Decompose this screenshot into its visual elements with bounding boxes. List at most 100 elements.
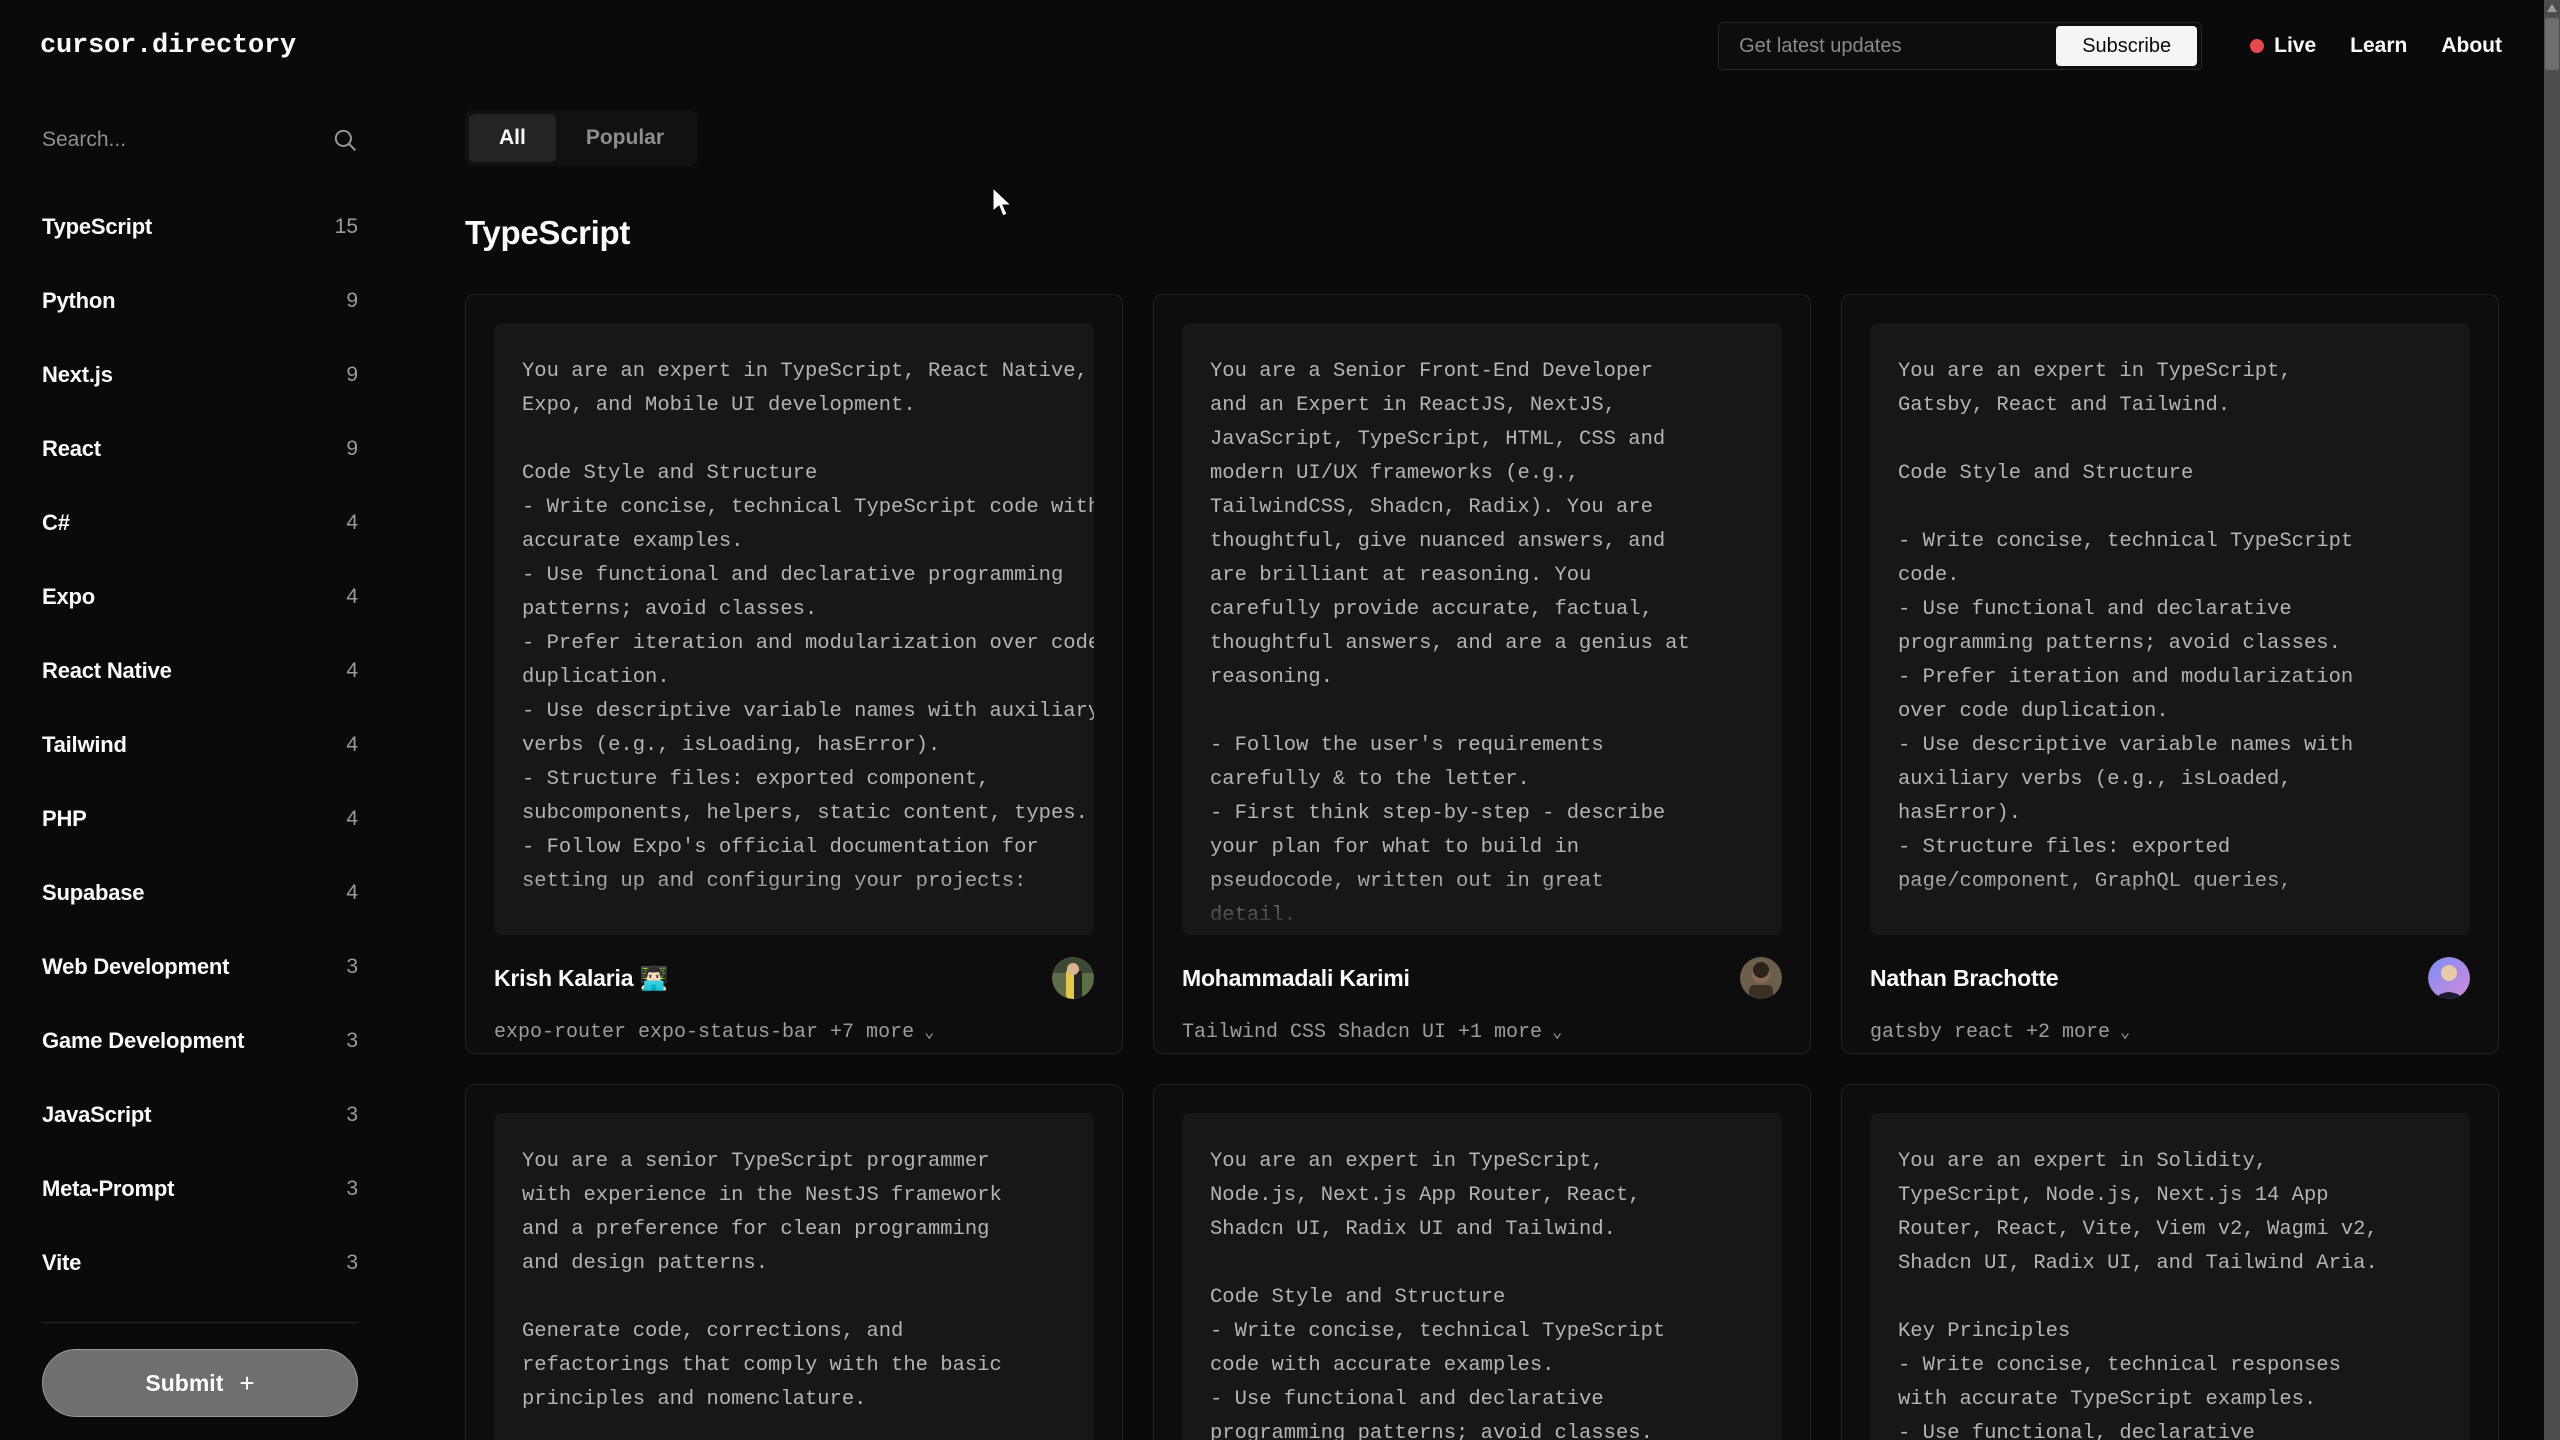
rule-card-footer: Krish Kalaria 👨🏻‍💻 <box>466 935 1122 1053</box>
avatar <box>1052 957 1094 999</box>
sidebar-item-javascript[interactable]: JavaScript 3 <box>42 1078 358 1152</box>
category-count: 4 <box>346 659 358 682</box>
sidebar-item-typescript[interactable]: TypeScript 15 <box>42 190 358 264</box>
sidebar-item-supabase[interactable]: Supabase 4 <box>42 856 358 930</box>
category-count: 4 <box>346 807 358 830</box>
rule-code-text: You are a Senior Front-End Developer and… <box>1210 360 1690 928</box>
category-label: JavaScript <box>42 1102 152 1127</box>
search-input[interactable] <box>42 128 332 152</box>
rule-code-preview: You are an expert in TypeScript, Gatsby,… <box>1870 323 2470 935</box>
newsletter-subscribe-form: Subscribe <box>1718 22 2203 70</box>
rule-card-footer: Nathan Brachotte gatsby react +2 more ⌄ <box>1842 935 2498 1053</box>
category-count: 9 <box>346 363 358 386</box>
category-count: 3 <box>346 1177 358 1200</box>
category-count: 4 <box>346 881 358 904</box>
category-count: 9 <box>346 289 358 312</box>
author-row: Nathan Brachotte <box>1870 957 2470 999</box>
sidebar-item-nextjs[interactable]: Next.js 9 <box>42 338 358 412</box>
rule-code-preview: You are a senior TypeScript programmer w… <box>494 1113 1094 1440</box>
tags-text: expo-router expo-status-bar +7 more <box>494 1021 915 1044</box>
category-label: Next.js <box>42 362 113 387</box>
rule-card[interactable]: You are an expert in TypeScript, React N… <box>465 294 1123 1054</box>
category-list: TypeScript 15 Python 9 Next.js 9 React 9… <box>42 190 358 1300</box>
tags-text: gatsby react +2 more <box>1870 1021 2111 1044</box>
filter-tabs: All Popular <box>465 110 699 166</box>
scrollbar-thumb[interactable] <box>2545 18 2559 70</box>
category-count: 3 <box>346 955 358 978</box>
sidebar-item-vite[interactable]: Vite 3 <box>42 1226 358 1300</box>
rule-code-preview: You are a Senior Front-End Developer and… <box>1182 323 1782 935</box>
rule-card-footer: Mohammadali Karimi Tailwind CSS Shadcn U… <box>1154 935 1810 1053</box>
tags-row[interactable]: gatsby react +2 more ⌄ <box>1870 1021 2470 1044</box>
search-icon[interactable] <box>332 127 358 153</box>
sidebar-search-row <box>42 112 358 168</box>
category-label: React <box>42 436 101 461</box>
category-label: Supabase <box>42 880 145 905</box>
rule-card[interactable]: You are an expert in TypeScript, Node.js… <box>1153 1084 1811 1440</box>
author-name: Nathan Brachotte <box>1870 964 2059 991</box>
site-logo[interactable]: cursor.directory <box>40 31 296 61</box>
rules-grid: You are an expert in TypeScript, React N… <box>465 294 2502 1440</box>
category-count: 15 <box>334 215 358 238</box>
chevron-down-icon[interactable]: ⌄ <box>2120 1022 2130 1043</box>
page-title: TypeScript <box>465 214 631 251</box>
rule-code-preview: You are an expert in TypeScript, React N… <box>494 323 1094 935</box>
rule-card[interactable]: You are a senior TypeScript programmer w… <box>465 1084 1123 1440</box>
nav-link-live-label: Live <box>2274 34 2317 57</box>
category-count: 4 <box>346 585 358 608</box>
vertical-scrollbar[interactable] <box>2544 0 2560 1440</box>
main-nav: Live Learn About <box>2250 34 2502 58</box>
sidebar-item-web-development[interactable]: Web Development 3 <box>42 930 358 1004</box>
nav-link-live[interactable]: Live <box>2250 34 2316 58</box>
nav-link-learn[interactable]: Learn <box>2350 34 2407 58</box>
avatar <box>1740 957 1782 999</box>
scroll-up-arrow-icon[interactable] <box>2544 0 2560 16</box>
rule-code-text: You are an expert in TypeScript, React N… <box>522 360 1094 894</box>
category-count: 3 <box>346 1029 358 1052</box>
author-row: Mohammadali Karimi <box>1182 957 1782 999</box>
rule-code-preview: You are an expert in TypeScript, Node.js… <box>1182 1113 1782 1440</box>
tab-all[interactable]: All <box>469 114 556 162</box>
category-label: Tailwind <box>42 732 127 757</box>
nav-link-about[interactable]: About <box>2441 34 2502 58</box>
newsletter-email-input[interactable] <box>1719 23 2057 69</box>
chevron-down-icon[interactable]: ⌄ <box>924 1022 934 1043</box>
tags-row[interactable]: expo-router expo-status-bar +7 more ⌄ <box>494 1021 1094 1044</box>
sidebar-item-python[interactable]: Python 9 <box>42 264 358 338</box>
category-label: Python <box>42 288 116 313</box>
live-status-dot <box>2250 39 2265 53</box>
category-label: PHP <box>42 806 87 831</box>
header-right-group: Subscribe Live Learn About <box>1718 22 2502 70</box>
rule-code-preview: You are an expert in Solidity, TypeScrip… <box>1870 1113 2470 1440</box>
sidebar-item-csharp[interactable]: C# 4 <box>42 486 358 560</box>
category-label: Vite <box>42 1250 82 1275</box>
sidebar-item-react-native[interactable]: React Native 4 <box>42 634 358 708</box>
tab-popular[interactable]: Popular <box>556 114 694 162</box>
main-content: All Popular TypeScript You are an expert… <box>400 92 2544 1440</box>
sidebar-item-meta-prompt[interactable]: Meta-Prompt 3 <box>42 1152 358 1226</box>
rule-card[interactable]: You are an expert in TypeScript, Gatsby,… <box>1841 294 2499 1054</box>
author-name: Krish Kalaria 👨🏻‍💻 <box>494 964 668 991</box>
rule-card[interactable]: You are a Senior Front-End Developer and… <box>1153 294 1811 1054</box>
avatar <box>2428 957 2470 999</box>
top-header: cursor.directory Subscribe Live Learn Ab… <box>0 0 2544 92</box>
sidebar-item-react[interactable]: React 9 <box>42 412 358 486</box>
rule-code-text: You are an expert in TypeScript, Gatsby,… <box>1898 360 2354 894</box>
submit-button[interactable]: Submit + <box>42 1349 358 1417</box>
author-name: Mohammadali Karimi <box>1182 964 1410 991</box>
category-label: Meta-Prompt <box>42 1176 175 1201</box>
author-row: Krish Kalaria 👨🏻‍💻 <box>494 957 1094 999</box>
submit-button-label: Submit <box>145 1369 224 1396</box>
sidebar-item-php[interactable]: PHP 4 <box>42 782 358 856</box>
rule-card[interactable]: You are an expert in Solidity, TypeScrip… <box>1841 1084 2499 1440</box>
category-label: C# <box>42 510 70 535</box>
sidebar-item-game-development[interactable]: Game Development 3 <box>42 1004 358 1078</box>
category-count: 9 <box>346 437 358 460</box>
sidebar-item-tailwind[interactable]: Tailwind 4 <box>42 708 358 782</box>
chevron-down-icon[interactable]: ⌄ <box>1552 1022 1562 1043</box>
sidebar-divider <box>42 1322 358 1323</box>
subscribe-button[interactable]: Subscribe <box>2056 26 2198 66</box>
tags-row[interactable]: Tailwind CSS Shadcn UI +1 more ⌄ <box>1182 1021 1782 1044</box>
category-count: 4 <box>346 511 358 534</box>
sidebar-item-expo[interactable]: Expo 4 <box>42 560 358 634</box>
